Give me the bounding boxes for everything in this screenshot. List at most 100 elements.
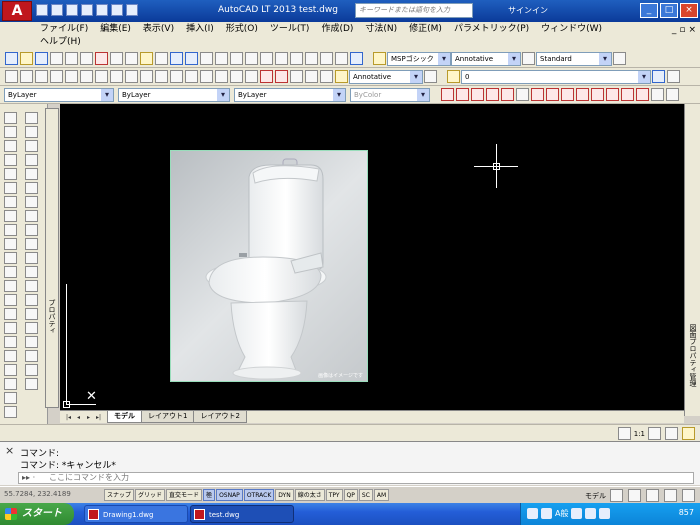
fillet-icon[interactable]	[4, 308, 17, 320]
side-circle-icon[interactable]	[25, 196, 38, 208]
line-icon[interactable]	[5, 70, 18, 83]
pan-icon[interactable]	[200, 52, 213, 65]
annotation-scale-icon[interactable]	[617, 427, 631, 440]
auto-scale-icon[interactable]	[665, 427, 678, 440]
menu-parametric[interactable]: パラメトリック(P)	[454, 24, 529, 35]
circle-icon[interactable]	[95, 70, 108, 83]
dimension-radius-icon[interactable]	[320, 70, 333, 83]
side-mtext-icon[interactable]	[25, 350, 38, 362]
side-hatch-icon[interactable]	[25, 294, 38, 306]
toggle-dyn[interactable]: DYN	[275, 489, 294, 501]
hatch-icon[interactable]	[200, 70, 213, 83]
snap-insert-icon[interactable]	[606, 88, 619, 101]
toggle-ortho[interactable]: 直交モード	[166, 489, 203, 501]
tray-network-icon[interactable]	[541, 508, 552, 519]
snap-from-icon[interactable]	[441, 88, 454, 101]
new-icon[interactable]	[5, 52, 18, 65]
color-combo[interactable]: ByLayer	[4, 87, 114, 102]
tab-prev-icon[interactable]: ◂	[74, 414, 83, 421]
side-pline-icon[interactable]	[25, 140, 38, 152]
doc-close-button[interactable]: ×	[688, 25, 696, 35]
side-spline-icon[interactable]	[25, 224, 38, 236]
tray-ime-icon[interactable]: A般	[555, 508, 568, 519]
array-icon[interactable]	[4, 168, 17, 180]
block-editor-icon[interactable]	[155, 52, 168, 65]
save-as-icon[interactable]	[81, 4, 93, 16]
taskbar-item-drawing1[interactable]: Drawing1.dwg	[84, 505, 188, 523]
undo-icon[interactable]	[170, 52, 183, 65]
quick-view-drawings-icon[interactable]	[628, 489, 641, 502]
layer-state-icon[interactable]	[447, 70, 460, 83]
tab-model[interactable]: モデル	[107, 411, 142, 423]
revcloud-icon[interactable]	[110, 70, 123, 83]
match-prop-icon[interactable]	[4, 392, 17, 404]
toggle-polar[interactable]: 極	[203, 489, 216, 501]
tray-help-icon[interactable]	[571, 508, 583, 519]
layer-properties-icon[interactable]	[424, 70, 437, 83]
design-center-icon[interactable]	[275, 52, 288, 65]
snap-apparent-icon[interactable]	[501, 88, 514, 101]
maximize-button[interactable]: □	[660, 3, 678, 18]
taskbar-item-test[interactable]: test.dwg	[190, 505, 294, 523]
text-style-icon[interactable]	[373, 52, 386, 65]
join-icon[interactable]	[4, 280, 17, 292]
dimension-arc-icon[interactable]	[290, 70, 303, 83]
undo-icon[interactable]	[111, 4, 123, 16]
new-file-icon[interactable]	[36, 4, 48, 16]
lineweight-combo[interactable]: ByLayer	[234, 87, 346, 102]
tab-last-icon[interactable]: ▸|	[94, 414, 103, 421]
sheet-set-palette[interactable]: 図面プロパティ管理	[684, 104, 700, 416]
dim-style-icon[interactable]	[522, 52, 535, 65]
zoom-previous-icon[interactable]	[245, 52, 258, 65]
snap-intersection-icon[interactable]	[486, 88, 499, 101]
menu-file[interactable]: ファイル(F)	[40, 24, 88, 35]
side-arc-icon[interactable]	[25, 182, 38, 194]
layer-previous-icon[interactable]	[667, 70, 680, 83]
toggle-grid[interactable]: グリッド	[135, 489, 166, 501]
tray-security-icon[interactable]	[585, 508, 597, 519]
explode-icon[interactable]	[4, 322, 17, 334]
menu-help[interactable]: ヘルプ(H)	[40, 37, 81, 48]
dimension-ordinate-icon[interactable]	[305, 70, 318, 83]
leader-icon[interactable]	[335, 70, 348, 83]
side-attach-icon[interactable]	[25, 364, 38, 376]
table-icon[interactable]	[230, 70, 243, 83]
toggle-qp[interactable]: QP	[343, 489, 358, 501]
save-icon[interactable]	[35, 52, 48, 65]
menu-tools[interactable]: ツール(T)	[270, 24, 310, 35]
polygon-icon[interactable]	[50, 70, 63, 83]
side-block-icon[interactable]	[25, 266, 38, 278]
side-cloud-icon[interactable]	[25, 210, 38, 222]
model-space-label[interactable]: モデル	[585, 491, 606, 501]
doc-restore-button[interactable]: ▫	[679, 25, 685, 35]
quick-view-layouts-icon[interactable]	[610, 489, 623, 502]
app-logo-button[interactable]: A	[2, 1, 32, 21]
table-edit-icon[interactable]	[4, 364, 17, 376]
tab-layout1[interactable]: レイアウト1	[141, 411, 195, 423]
plotstyle-combo[interactable]: ByColor	[350, 87, 430, 102]
toggle-osnap[interactable]: OSNAP	[216, 489, 243, 501]
text-style-combo[interactable]: MSPゴシック	[387, 51, 451, 66]
dim-style-combo[interactable]: Standard	[536, 51, 612, 66]
lock-icon[interactable]	[664, 489, 677, 502]
cut-icon[interactable]	[95, 52, 108, 65]
redo-icon[interactable]	[185, 52, 198, 65]
doc-minimize-button[interactable]: _	[672, 25, 677, 35]
table-style-icon[interactable]	[613, 52, 626, 65]
command-input[interactable]: ▸▸ · ここにコマンドを入力	[18, 472, 694, 484]
side-region-icon[interactable]	[25, 322, 38, 334]
annotation-scale-value[interactable]: 1:1	[634, 430, 645, 438]
side-rectangle-icon[interactable]	[25, 168, 38, 180]
point-icon[interactable]	[185, 70, 198, 83]
ellipse-icon[interactable]	[140, 70, 153, 83]
copy-icon[interactable]	[110, 52, 123, 65]
toggle-am[interactable]: AM	[373, 489, 390, 501]
snap-tangent-icon[interactable]	[561, 88, 574, 101]
signin-link[interactable]: サインイン	[508, 5, 548, 16]
toggle-lineweight[interactable]: 線の太さ	[294, 489, 325, 501]
properties-icon[interactable]	[260, 52, 273, 65]
redo-icon[interactable]	[126, 4, 138, 16]
search-input[interactable]: キーワードまたは語句を入力	[355, 3, 473, 18]
side-line-icon[interactable]	[25, 112, 38, 124]
side-ellipse-icon[interactable]	[25, 238, 38, 250]
